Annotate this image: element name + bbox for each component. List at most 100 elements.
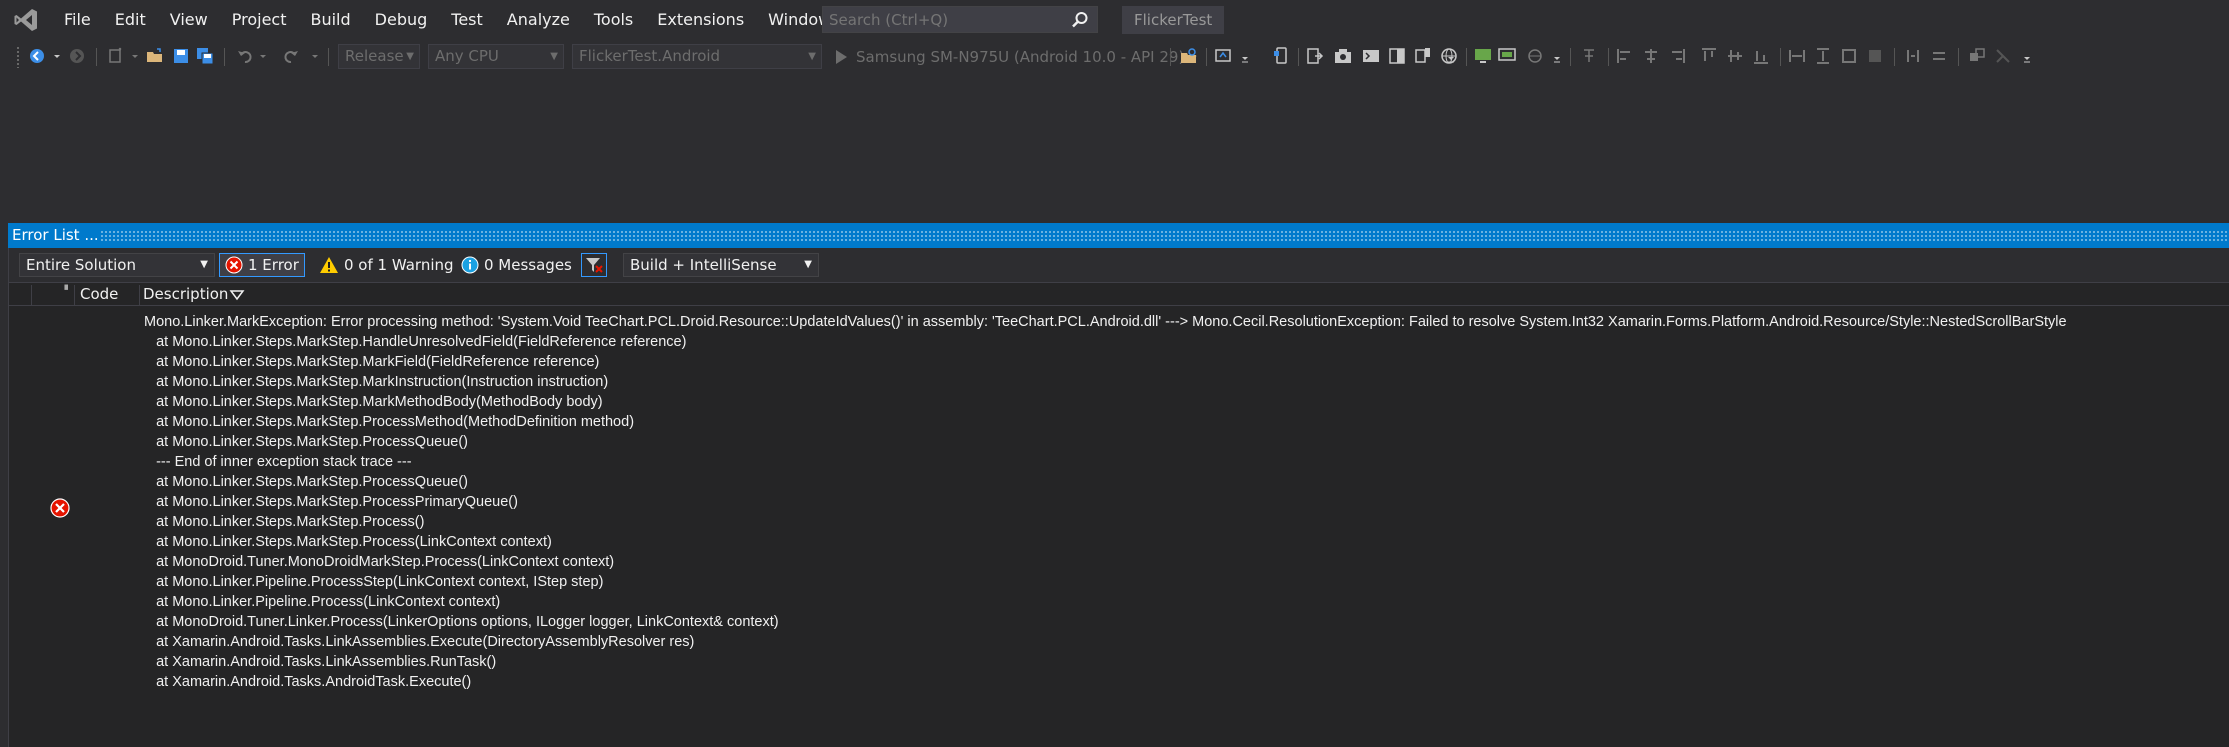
toolbar-overflow-icon[interactable] (2022, 47, 2032, 65)
warning-icon (320, 257, 338, 273)
code-column-header[interactable]: Code (80, 285, 118, 303)
startup-project-select[interactable]: FlickerTest.Android ▼ (572, 44, 822, 69)
table-row[interactable]: Mono.Linker.MarkException: Error process… (9, 307, 2229, 690)
menu-item-analyze[interactable]: Analyze (495, 0, 582, 40)
menu-bar: File Edit View Project Build Debug Test Analyze… (0, 0, 2229, 40)
chevron-down-icon: ▼ (550, 51, 558, 62)
toolbar-grip[interactable] (16, 46, 20, 68)
device-dropdown-icon[interactable] (1240, 47, 1250, 65)
search-icon[interactable] (1071, 11, 1089, 33)
description-line: at MonoDroid.Tuner.Linker.Process(Linker… (144, 614, 779, 630)
undo-icon[interactable] (236, 47, 254, 65)
description-line: at Xamarin.Android.Tasks.AndroidTask.Exe… (144, 674, 472, 690)
description-line: at MonoDroid.Tuner.MonoDroidMarkStep.Pro… (144, 554, 615, 570)
menu-item-file[interactable]: File (52, 0, 103, 40)
description-line: at Mono.Linker.Steps.MarkStep.ProcessQue… (144, 474, 468, 490)
make-same-height-icon[interactable] (1814, 47, 1832, 65)
menu-item-view[interactable]: View (158, 0, 220, 40)
android-device-monitor-icon[interactable] (1272, 47, 1290, 65)
open-file-icon[interactable] (146, 47, 164, 65)
description-line: at Xamarin.Android.Tasks.LinkAssemblies.… (144, 654, 497, 670)
menu-item-edit[interactable]: Edit (103, 0, 158, 40)
align-center-icon[interactable] (1642, 47, 1660, 65)
menu-item-extensions[interactable]: Extensions (645, 0, 756, 40)
search-input[interactable] (829, 10, 1059, 29)
warnings-filter-button[interactable]: 0 of 1 Warning (314, 253, 459, 277)
publish-icon[interactable] (1306, 47, 1324, 65)
size-to-grid-icon[interactable] (1866, 47, 1884, 65)
terminal-icon[interactable] (1362, 47, 1380, 65)
error-icon (225, 256, 243, 274)
description-line: at Mono.Linker.Steps.MarkStep.Process() (144, 514, 425, 530)
filter-clear-icon (586, 258, 603, 273)
redo-icon[interactable] (282, 47, 300, 65)
device-layout-icon[interactable] (1414, 47, 1432, 65)
errors-filter-button[interactable]: 1 Error (219, 253, 305, 277)
messages-filter-button[interactable]: 0 Messages (456, 253, 577, 277)
error-list-toolbar: Entire Solution ▼ 1 Error 0 of 1 Warning… (9, 248, 2229, 282)
send-to-back-icon[interactable] (1994, 47, 2012, 65)
error-list-title-bar[interactable]: Error List ... (8, 223, 2229, 248)
editor-area (0, 74, 2229, 222)
navigate-back-icon[interactable] (28, 47, 46, 65)
description-line: --- End of inner exception stack trace -… (144, 454, 412, 470)
error-description: Mono.Linker.MarkException: Error process… (144, 312, 2067, 692)
start-debugging-icon[interactable] (836, 50, 847, 64)
remote-monitor-icon[interactable] (1498, 47, 1516, 65)
align-right-icon[interactable] (1668, 47, 1686, 65)
standard-toolbar: Release ▼ Any CPU ▼ FlickerTest.Android ▼ S… (0, 42, 2229, 72)
description-line: at Mono.Linker.Steps.MarkStep.MarkInstru… (144, 374, 609, 390)
device-manager-icon[interactable] (1214, 47, 1232, 65)
error-list-column-header: ▝ Code Description (9, 282, 2229, 306)
menu-item-build[interactable]: Build (298, 0, 362, 40)
menu-item-debug[interactable]: Debug (363, 0, 440, 40)
solution-configuration-select[interactable]: Release ▼ (338, 44, 420, 69)
network-dropdown-icon[interactable] (1552, 47, 1562, 65)
menu-item-test[interactable]: Test (439, 0, 495, 40)
solution-title: FlickerTest (1122, 6, 1225, 34)
solution-platform-select[interactable]: Any CPU ▼ (428, 44, 564, 69)
bring-to-front-icon[interactable] (1968, 47, 1986, 65)
pin-icon[interactable] (1580, 47, 1598, 65)
description-line: at Mono.Linker.Steps.MarkStep.Process(Li… (144, 534, 552, 550)
category-column-header[interactable]: ▝ (61, 286, 68, 296)
target-device-select[interactable]: Samsung SM-N975U (Android 10.0 - API 29)… (856, 46, 1197, 71)
monitor-icon[interactable] (1474, 47, 1492, 65)
align-middle-icon[interactable] (1726, 47, 1744, 65)
network-icon[interactable] (1526, 47, 1544, 65)
visual-studio-logo-icon[interactable] (0, 0, 52, 40)
align-left-icon[interactable] (1616, 47, 1634, 65)
save-icon[interactable] (172, 47, 190, 65)
globe-dropdown-icon[interactable] (1446, 47, 1456, 65)
clear-filter-button[interactable] (581, 253, 607, 277)
chevron-down-icon: ▼ (406, 51, 414, 62)
new-project-icon[interactable] (106, 47, 124, 65)
description-line: at Mono.Linker.Steps.MarkStep.ProcessPri… (144, 494, 518, 510)
camera-icon[interactable] (1334, 47, 1352, 65)
sort-descending-icon[interactable] (229, 289, 245, 301)
description-line: at Mono.Linker.Steps.MarkStep.HandleUnre… (144, 334, 687, 350)
find-in-files-icon[interactable] (1180, 47, 1198, 65)
layout-icon[interactable] (1388, 47, 1406, 65)
menu-item-tools[interactable]: Tools (582, 0, 645, 40)
make-same-size-icon[interactable] (1840, 47, 1858, 65)
menu-item-project[interactable]: Project (220, 0, 299, 40)
quick-launch-search[interactable] (822, 6, 1098, 33)
scope-select[interactable]: Entire Solution ▼ (19, 253, 215, 277)
description-line: at Mono.Linker.Steps.MarkStep.ProcessMet… (144, 414, 635, 430)
navigate-forward-icon[interactable] (68, 47, 86, 65)
vertical-spacing-icon[interactable] (1930, 47, 1948, 65)
chevron-down-icon: ▼ (200, 259, 208, 270)
description-column-header[interactable]: Description (143, 285, 228, 303)
align-top-icon[interactable] (1700, 47, 1718, 65)
horizontal-spacing-icon[interactable] (1904, 47, 1922, 65)
description-line: at Mono.Linker.Pipeline.Process(LinkCont… (144, 594, 501, 610)
redo-dropdown-icon[interactable] (310, 47, 320, 65)
build-source-select[interactable]: Build + IntelliSense ▼ (623, 253, 819, 277)
undo-dropdown-icon[interactable] (258, 47, 268, 65)
make-same-width-icon[interactable] (1788, 47, 1806, 65)
navigate-back-dropdown-icon[interactable] (52, 47, 62, 65)
new-project-dropdown-icon[interactable] (130, 47, 140, 65)
save-all-icon[interactable] (196, 47, 214, 65)
align-bottom-icon[interactable] (1752, 47, 1770, 65)
